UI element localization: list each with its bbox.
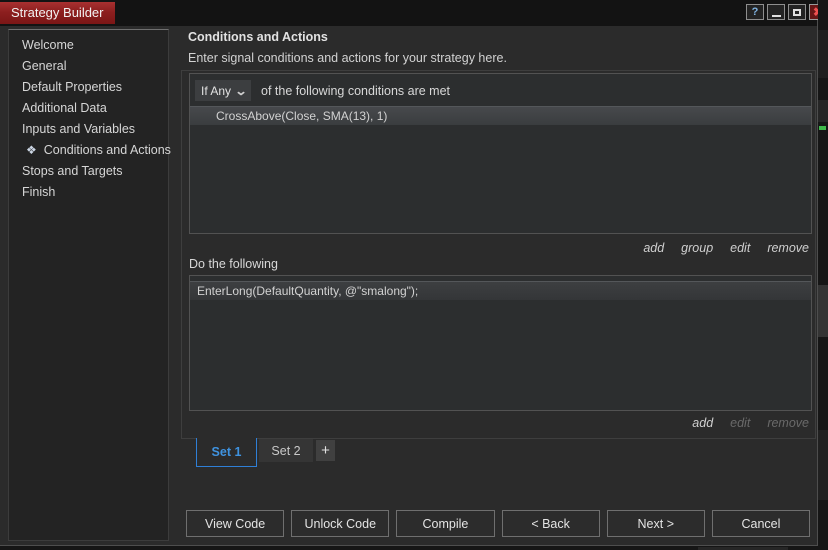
condition-list-item[interactable]: CrossAbove(Close, SMA(13), 1) <box>190 106 811 125</box>
sidebar-item-label: Conditions and Actions <box>43 143 171 157</box>
maximize-button[interactable] <box>788 4 806 20</box>
action-links: add edit remove <box>692 416 809 430</box>
condition-remove-link[interactable]: remove <box>767 241 809 255</box>
next-button[interactable]: Next > <box>606 510 705 537</box>
sidebar-item-additional-data[interactable]: Additional Data <box>9 98 168 119</box>
tab-set-1[interactable]: Set 1 <box>196 438 257 467</box>
background-block <box>818 430 828 500</box>
actions-label: Do the following <box>189 257 278 271</box>
action-add-link[interactable]: add <box>692 416 713 430</box>
help-button[interactable]: ? <box>746 4 764 20</box>
condition-links: add group edit remove <box>643 241 809 255</box>
background-block <box>818 100 828 122</box>
background-block <box>818 30 828 78</box>
maximize-icon <box>793 8 801 16</box>
condition-edit-link[interactable]: edit <box>730 241 750 255</box>
view-code-button[interactable]: View Code <box>186 510 285 537</box>
dialog-buttons: View Code Unlock Code Compile < Back Nex… <box>186 510 811 537</box>
actions-group: EnterLong(DefaultQuantity, @"smalong"); <box>189 275 812 411</box>
current-step-icon: ❖ <box>26 143 37 157</box>
action-list-item[interactable]: EnterLong(DefaultQuantity, @"smalong"); <box>190 281 811 300</box>
condition-group-link[interactable]: group <box>681 241 713 255</box>
conditions-suffix-label: of the following conditions are met <box>261 83 450 98</box>
conditions-group: If Any ⌄ of the following conditions are… <box>189 73 812 234</box>
titlebar: Strategy Builder ? ✖ <box>0 0 827 26</box>
conditions-header: If Any ⌄ of the following conditions are… <box>190 74 811 101</box>
minimize-icon <box>771 14 781 17</box>
condition-add-link[interactable]: add <box>643 241 664 255</box>
compile-button[interactable]: Compile <box>396 510 495 537</box>
condition-operator-dropdown[interactable]: If Any ⌄ <box>195 80 251 101</box>
cancel-button[interactable]: Cancel <box>711 510 811 537</box>
wizard-steps-list: Welcome General Default Properties Addit… <box>8 29 171 541</box>
background-green-tick <box>819 126 826 130</box>
action-remove-link: remove <box>767 416 809 430</box>
condition-operator-value: If Any <box>201 83 232 98</box>
page-subtitle: Enter signal conditions and actions for … <box>188 51 507 65</box>
sidebar-item-conditions-and-actions[interactable]: ❖ Conditions and Actions <box>9 140 171 161</box>
tab-set-2[interactable]: Set 2 <box>259 439 313 462</box>
set-tab-page: If Any ⌄ of the following conditions are… <box>181 70 816 439</box>
back-button[interactable]: < Back <box>501 510 600 537</box>
window-controls: ? ✖ <box>746 4 827 20</box>
page-title: Conditions and Actions <box>188 30 328 44</box>
sidebar-item-inputs-and-variables[interactable]: Inputs and Variables <box>9 119 168 140</box>
sidebar-item-stops-and-targets[interactable]: Stops and Targets <box>9 161 168 182</box>
sidebar-item-general[interactable]: General <box>9 56 168 77</box>
help-icon: ? <box>751 5 759 18</box>
add-set-tab-button[interactable]: + <box>316 440 335 461</box>
strategy-builder-window: Strategy Builder ? ✖ Welcome General Def… <box>0 0 827 546</box>
background-app-right-sliver <box>818 0 828 550</box>
background-block <box>818 285 828 337</box>
sidebar-item-finish[interactable]: Finish <box>9 182 168 203</box>
action-edit-link: edit <box>730 416 751 430</box>
minimize-button[interactable] <box>767 4 785 20</box>
chevron-down-icon: ⌄ <box>234 83 248 98</box>
sidebar-item-welcome[interactable]: Welcome <box>9 35 168 56</box>
unlock-code-button[interactable]: Unlock Code <box>291 510 390 537</box>
sidebar-item-default-properties[interactable]: Default Properties <box>9 77 168 98</box>
window-title: Strategy Builder <box>0 2 115 24</box>
